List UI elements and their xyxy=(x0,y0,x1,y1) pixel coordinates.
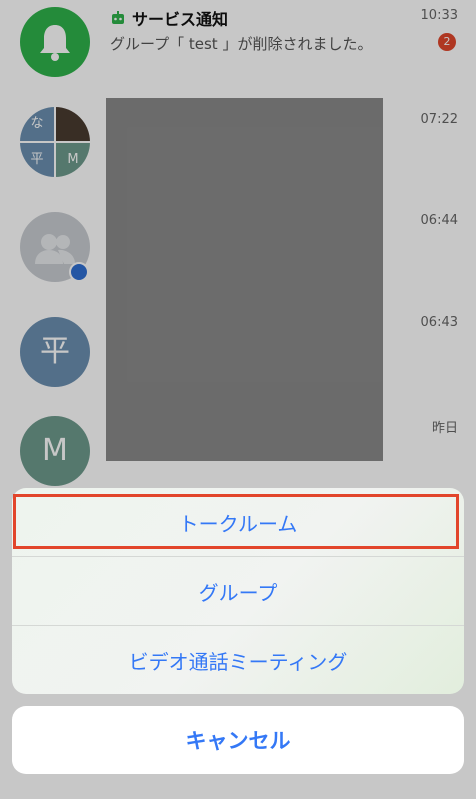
cancel-button[interactable]: キャンセル xyxy=(12,706,464,774)
option-group[interactable]: グループ xyxy=(12,557,464,625)
selection-highlight xyxy=(13,494,459,549)
option-video-meeting[interactable]: ビデオ通話ミーティング xyxy=(12,626,464,694)
